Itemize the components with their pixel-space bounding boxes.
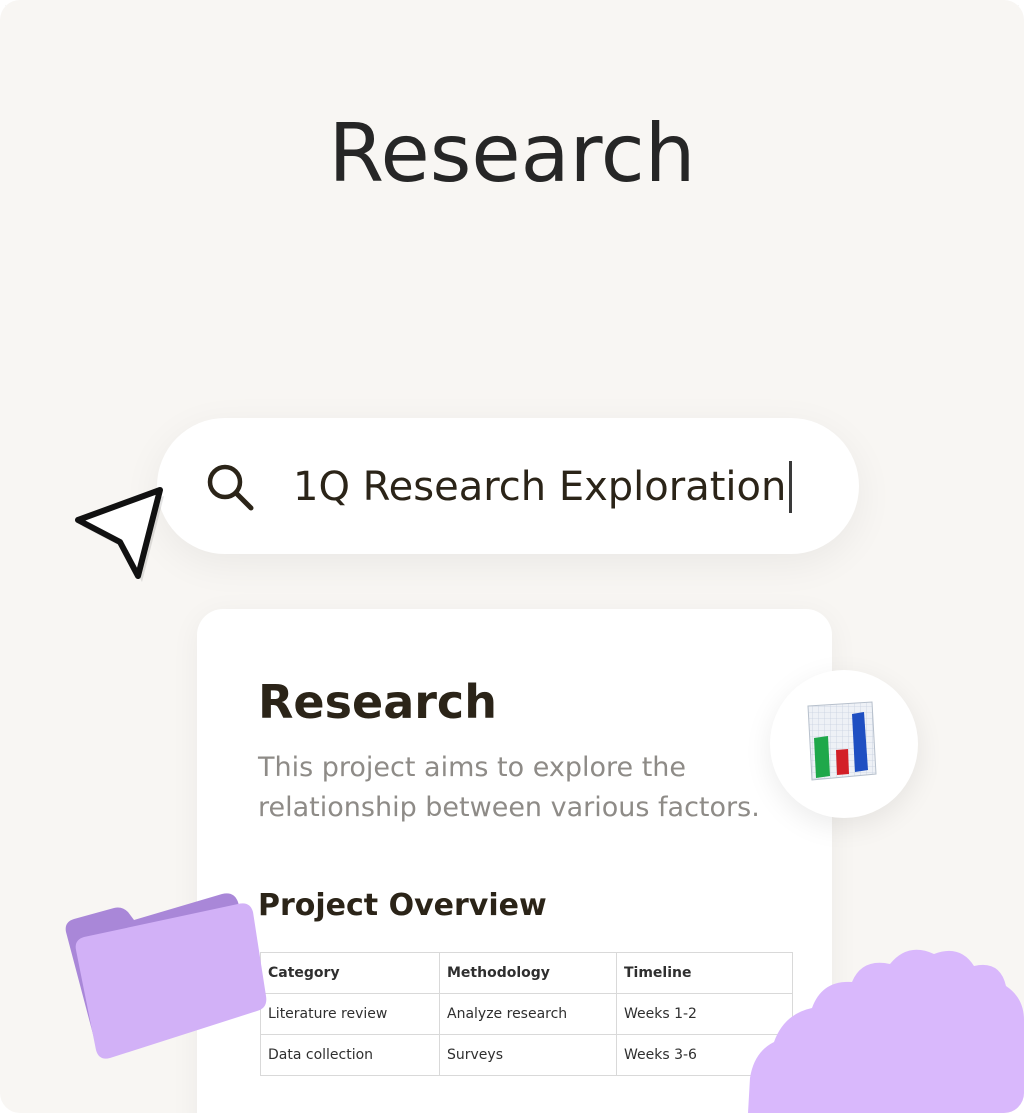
section-title: Project Overview [258,888,547,923]
pointer-arrow-icon [75,487,164,582]
table-row: Data collection Surveys Weeks 3-6 [260,1034,793,1076]
text-caret [789,461,792,513]
page-canvas: Research 1Q Research Exploration Researc… [0,0,1024,1113]
column-header: Category [260,952,440,994]
card-description: This project aims to explore the relatio… [258,752,760,823]
table-header-row: Category Methodology Timeline [260,952,793,994]
decorative-blob [748,949,1024,1113]
table-cell: Surveys [439,1034,617,1076]
page-heading: Research [328,107,696,200]
table-cell: Analyze research [439,993,617,1035]
bar-chart-icon [807,701,877,781]
card-title: Research [258,675,497,729]
search-icon[interactable] [203,460,257,514]
table-row: Literature review Analyze research Weeks… [260,993,793,1035]
search-input[interactable]: 1Q Research Exploration [293,460,786,514]
folder-icon [65,893,267,1059]
project-overview-table: Category Methodology Timeline Literature… [260,952,793,1076]
table-cell: Literature review [260,993,440,1035]
corner-mark [1018,0,1024,6]
table-cell: Data collection [260,1034,440,1076]
column-header: Methodology [439,952,617,994]
corner-mark [0,0,6,6]
